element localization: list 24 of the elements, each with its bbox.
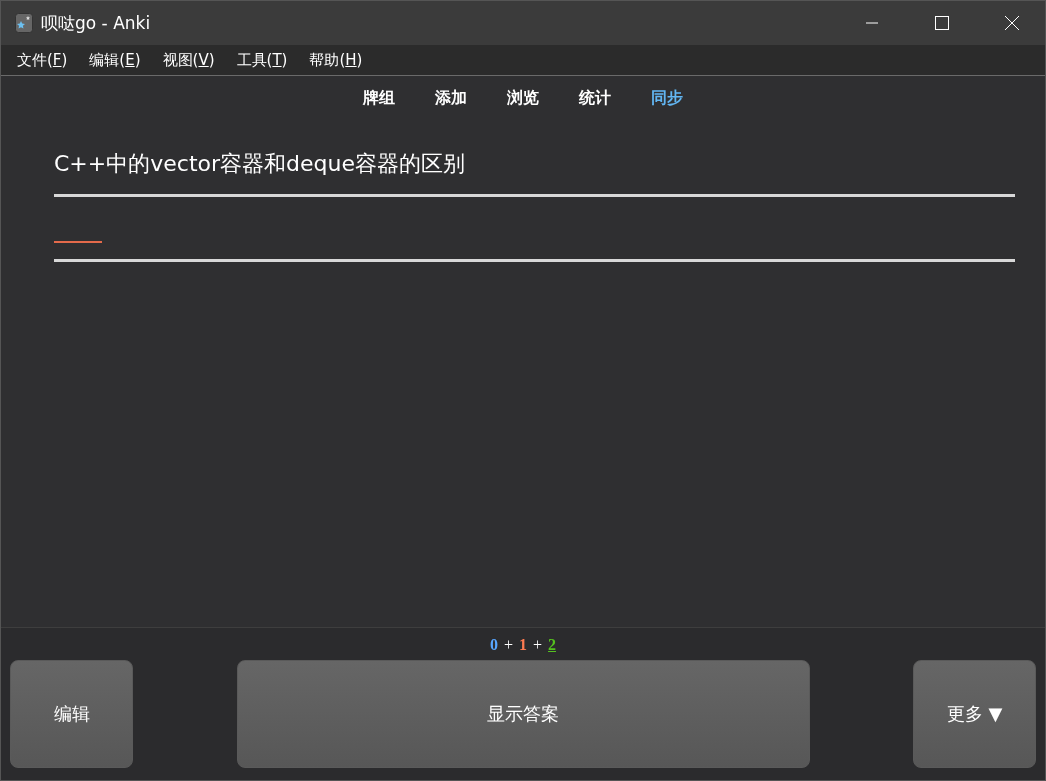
card-count: 1 [519, 636, 527, 655]
more-button[interactable]: 更多 ▼ [913, 660, 1036, 768]
menu-item[interactable]: 工具(T) [236, 50, 288, 70]
nav-link[interactable]: 统计 [579, 88, 611, 109]
accent-line [54, 241, 102, 243]
nav-link[interactable]: 同步 [651, 88, 683, 109]
menu-item[interactable]: 文件(F) [17, 50, 68, 70]
edit-button[interactable]: 编辑 [10, 660, 133, 768]
menu-item[interactable]: 视图(V) [162, 50, 215, 70]
nav-link[interactable]: 浏览 [507, 88, 539, 109]
close-icon[interactable] [1005, 16, 1019, 30]
maximize-icon[interactable] [935, 16, 949, 30]
plus-sign: + [503, 636, 513, 655]
menu-item[interactable]: 编辑(E) [89, 50, 141, 70]
plus-sign: + [533, 636, 543, 655]
show-answer-button[interactable]: 显示答案 [236, 660, 810, 768]
window-title: 呗哒go - Anki [41, 11, 151, 35]
menu-item[interactable]: 帮助(H) [309, 50, 363, 70]
question-text: C++中的vector容器和deque容器的区别 [54, 150, 466, 178]
app-icon [15, 13, 33, 33]
nav-link[interactable]: 牌组 [363, 88, 395, 109]
nav-link[interactable]: 添加 [435, 88, 467, 109]
card-count: 0 [489, 636, 498, 655]
card-count: 2 [548, 636, 557, 655]
